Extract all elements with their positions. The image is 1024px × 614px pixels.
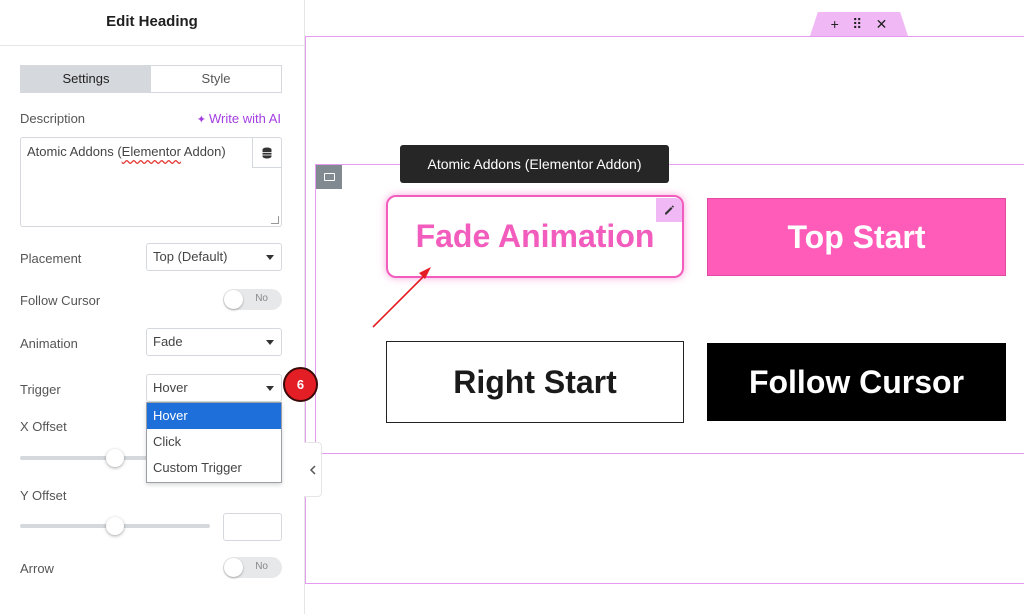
trigger-option-custom[interactable]: Custom Trigger — [147, 455, 281, 481]
trigger-label: Trigger — [20, 382, 61, 397]
placement-value: Top (Default) — [153, 249, 228, 264]
caret-down-icon — [266, 340, 274, 345]
chevron-left-icon — [309, 464, 316, 475]
section-toolbar: + ⠿ ✕ — [810, 12, 908, 36]
description-textarea[interactable]: Atomic Addons (Elementor Addon) — [20, 137, 282, 227]
description-text-part2: Addon) — [180, 144, 226, 159]
database-icon — [262, 147, 272, 158]
y-offset-slider[interactable] — [20, 517, 210, 535]
toggle-knob — [224, 558, 243, 577]
column-handle[interactable] — [316, 165, 342, 189]
arrow-label: Arrow — [20, 561, 54, 576]
preview-canvas: + ⠿ ✕ Fade Animation Top Start Right Sta… — [305, 0, 1024, 614]
trigger-dropdown: Hover Click Custom Trigger — [146, 402, 282, 483]
column-icon — [323, 173, 335, 181]
caret-down-icon — [266, 255, 274, 260]
placement-label: Placement — [20, 251, 82, 266]
animation-value: Fade — [153, 334, 183, 349]
tab-settings[interactable]: Settings — [21, 66, 151, 92]
arrow-toggle[interactable]: No — [223, 557, 282, 578]
annotation-arrow-icon — [372, 267, 431, 328]
animation-label: Animation — [20, 336, 78, 351]
close-icon[interactable]: ✕ — [876, 16, 888, 33]
panel-tabs: Settings Style — [20, 65, 282, 93]
animation-select[interactable]: Fade — [146, 328, 282, 356]
arrow-toggle-text: No — [255, 561, 268, 572]
right-start-heading[interactable]: Right Start — [386, 341, 684, 423]
tab-style[interactable]: Style — [151, 66, 281, 92]
trigger-option-click[interactable]: Click — [147, 429, 281, 455]
write-with-ai-label: Write with AI — [208, 111, 281, 126]
description-label: Description — [20, 111, 86, 126]
description-text-misspelled: Elementor — [121, 144, 181, 159]
y-offset-label: Y Offset — [20, 488, 67, 503]
add-icon[interactable]: + — [831, 16, 839, 32]
follow-cursor-toggle[interactable]: No — [223, 289, 282, 310]
trigger-value: Hover — [153, 380, 188, 395]
trigger-option-hover[interactable]: Hover — [147, 403, 281, 429]
drag-handle-icon[interactable]: ⠿ — [852, 16, 862, 33]
y-offset-slider-thumb[interactable] — [106, 517, 124, 535]
step-number-badge: 6 — [283, 367, 318, 402]
follow-cursor-heading[interactable]: Follow Cursor — [707, 343, 1006, 421]
pencil-icon — [665, 205, 674, 215]
caret-down-icon — [266, 386, 274, 391]
placement-select[interactable]: Top (Default) — [146, 243, 282, 271]
x-offset-slider-thumb[interactable] — [106, 449, 124, 467]
y-offset-input[interactable] — [223, 513, 282, 541]
panel-title: Edit Heading — [0, 0, 304, 46]
tooltip: Atomic Addons (Elementor Addon) — [400, 145, 669, 183]
resize-handle-icon[interactable] — [271, 216, 279, 224]
edit-widget-button[interactable] — [656, 198, 682, 222]
collapse-panel-button[interactable] — [304, 442, 322, 497]
trigger-select[interactable]: Hover — [146, 374, 282, 402]
write-with-ai-link[interactable]: ✦ Write with AI — [197, 111, 281, 126]
follow-cursor-label: Follow Cursor — [20, 293, 101, 308]
editor-panel: Edit Heading Settings Style Description … — [0, 0, 305, 614]
follow-cursor-toggle-text: No — [255, 293, 268, 304]
description-text-part1: Atomic Addons ( — [27, 144, 122, 159]
top-start-heading[interactable]: Top Start — [707, 198, 1006, 276]
sparkle-icon: ✦ — [196, 114, 206, 126]
toggle-knob — [224, 290, 243, 309]
x-offset-label: X Offset — [20, 419, 67, 434]
dynamic-tags-button[interactable] — [252, 138, 281, 168]
